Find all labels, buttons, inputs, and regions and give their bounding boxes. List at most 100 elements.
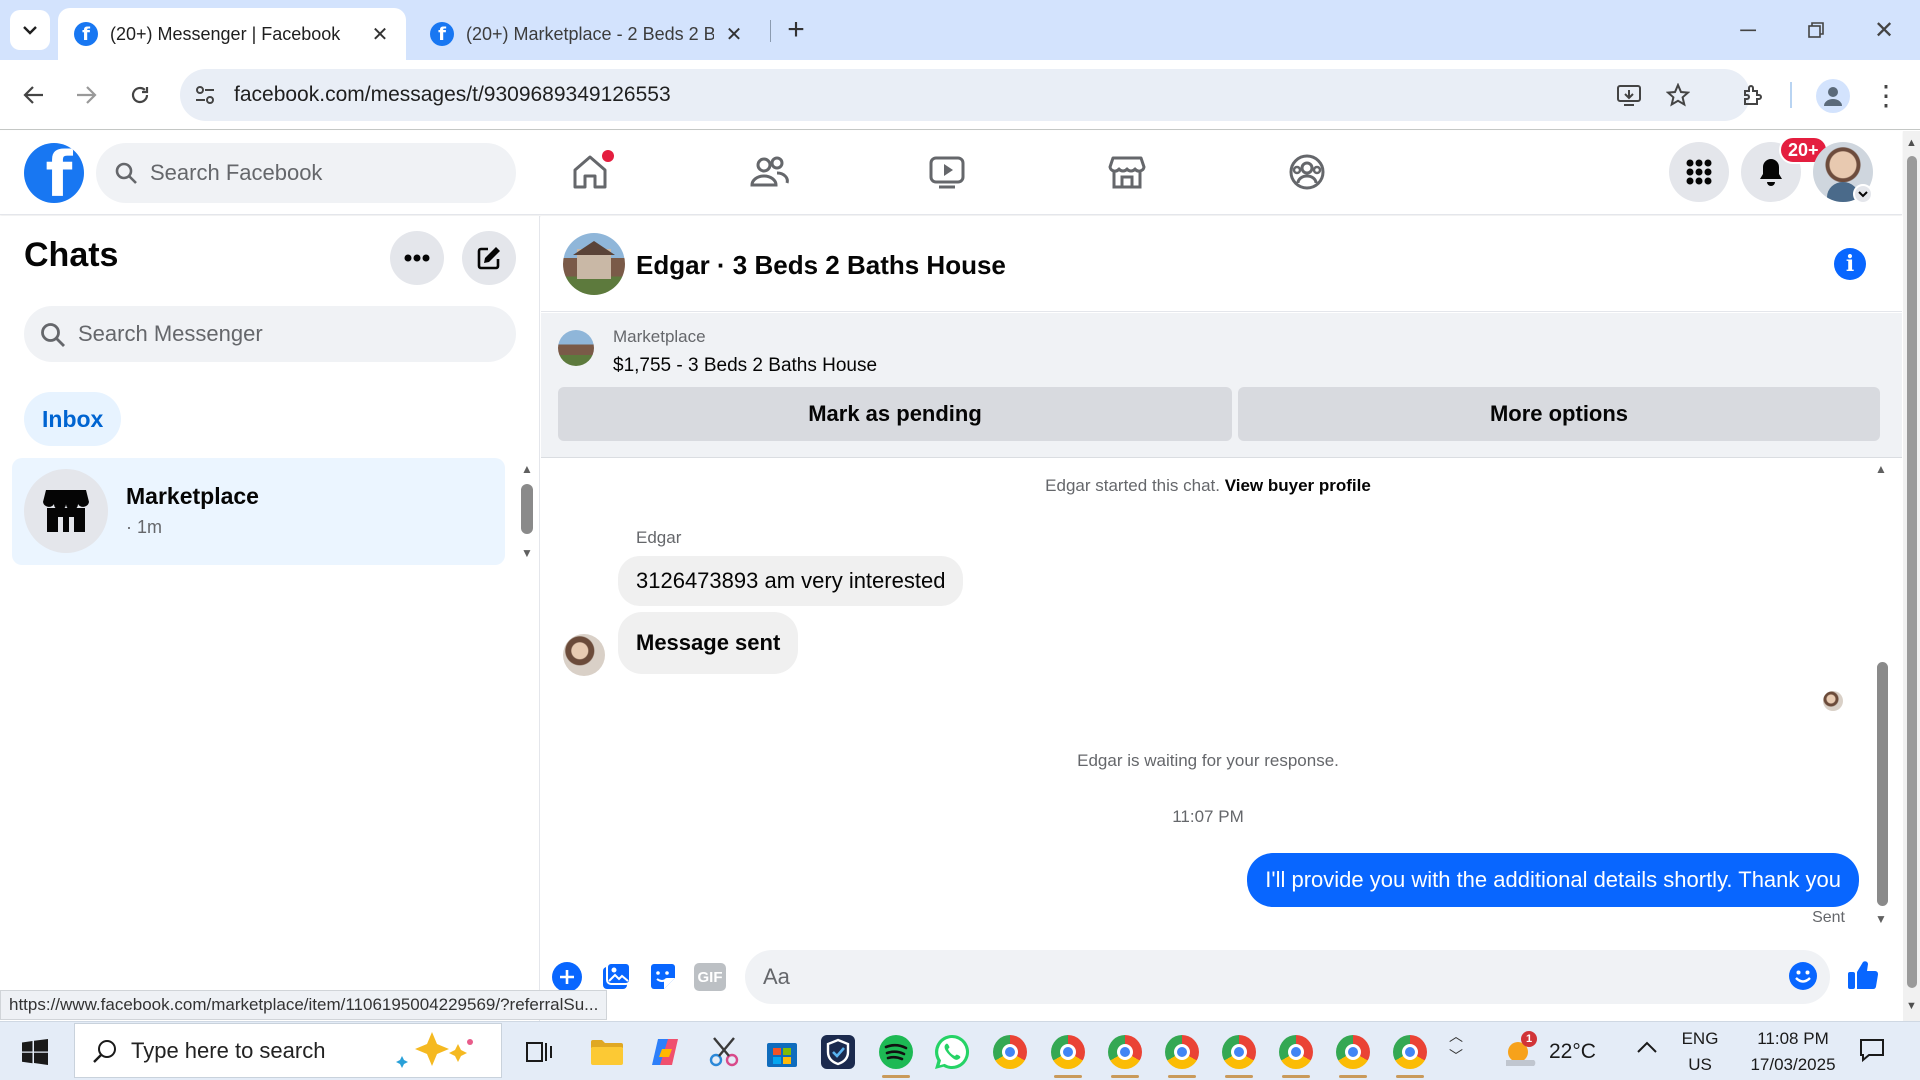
scissors-icon [709, 1037, 739, 1067]
scroll-down-arrow[interactable]: ▼ [521, 546, 533, 560]
nav-friends[interactable] [747, 150, 791, 194]
conversation-scroll-thumb[interactable] [1877, 662, 1888, 906]
copilot-sparkle-icon[interactable] [392, 1030, 482, 1072]
chats-heading: Chats [24, 236, 119, 274]
close-tab-icon[interactable]: ✕ [722, 22, 746, 47]
minimize-button[interactable]: ─ [1728, 10, 1768, 50]
listing-avatar[interactable] [563, 233, 625, 295]
chrome-profile-app[interactable] [1333, 1032, 1373, 1078]
extensions-button[interactable] [1733, 75, 1773, 115]
chrome-profile-app[interactable] [1276, 1032, 1316, 1078]
photo-icon [603, 962, 631, 989]
snipping-tool-app[interactable] [704, 1032, 744, 1072]
attach-photo-button[interactable] [600, 961, 632, 993]
forward-button[interactable] [66, 75, 106, 115]
vpn-app[interactable] [818, 1032, 858, 1072]
task-view-icon [526, 1042, 552, 1062]
taskbar-search-placeholder: Type here to search [131, 1037, 326, 1063]
taskbar-overflow-button[interactable]: ︿ ﹀ [1446, 1026, 1466, 1066]
chrome-icon [1108, 1035, 1142, 1069]
store-bag-icon [767, 1043, 797, 1067]
info-icon[interactable]: i [1834, 248, 1866, 280]
windows-logo-icon [22, 1039, 48, 1065]
message-timestamp: 11:07 PM [1172, 807, 1244, 826]
chrome-icon [1051, 1035, 1085, 1069]
scroll-up-arrow[interactable]: ▲ [521, 462, 533, 476]
store-icon [43, 490, 89, 532]
task-view-button[interactable] [520, 1032, 560, 1072]
weather-alert-badge: 1 [1521, 1031, 1537, 1047]
whatsapp-app[interactable] [932, 1032, 972, 1072]
restore-button[interactable] [1796, 10, 1836, 50]
scroll-down-arrow[interactable]: ▼ [1906, 1000, 1917, 1012]
language-indicator[interactable]: ENG US [1680, 1026, 1720, 1078]
messenger-search-input[interactable]: Search Messenger [24, 306, 516, 362]
facebook-logo[interactable]: f [24, 143, 84, 203]
nav-watch[interactable] [925, 150, 969, 194]
reload-button[interactable] [120, 75, 160, 115]
sender-avatar[interactable] [563, 634, 605, 676]
new-message-button[interactable] [462, 231, 516, 285]
chat-options-button[interactable] [390, 231, 444, 285]
address-bar[interactable]: facebook.com/messages/t/9309689349126553 [180, 69, 1750, 121]
sticker-button[interactable] [647, 961, 679, 993]
incoming-message[interactable]: Message sent [618, 612, 799, 674]
chrome-profile-app[interactable] [1219, 1032, 1259, 1078]
show-hidden-icons-button[interactable] [1636, 1040, 1658, 1054]
bookmark-button[interactable] [1658, 75, 1698, 115]
page-scroll-thumb[interactable] [1907, 156, 1917, 988]
sidebar-scroll-thumb[interactable] [521, 484, 533, 534]
chrome-profile-app[interactable] [1105, 1032, 1145, 1078]
more-options-button[interactable]: More options [1238, 387, 1880, 441]
account-chevron[interactable] [1853, 184, 1873, 204]
weather-temperature[interactable]: 22°C [1549, 1040, 1596, 1064]
nav-groups[interactable] [1285, 150, 1329, 194]
profile-button[interactable] [1816, 79, 1850, 113]
chrome-profile-app[interactable] [1048, 1032, 1088, 1078]
scroll-down-arrow[interactable]: ▼ [1875, 912, 1887, 926]
scroll-up-arrow[interactable]: ▲ [1906, 137, 1917, 149]
back-button[interactable] [14, 75, 54, 115]
site-info-icon[interactable] [194, 84, 216, 106]
home-notification-dot [602, 150, 614, 162]
conversation-title[interactable]: Edgar · 3 Beds 2 Baths House [636, 250, 1006, 281]
chat-started-notice: Edgar started this chat. View buyer prof… [541, 476, 1875, 496]
tab-search-button[interactable] [10, 10, 50, 50]
gif-button[interactable]: GIF [694, 963, 726, 991]
facebook-search-input[interactable]: Search Facebook [96, 143, 516, 203]
menu-button[interactable] [1669, 142, 1729, 202]
chrome-profile-app[interactable] [1390, 1032, 1430, 1078]
close-window-button[interactable]: ✕ [1864, 10, 1904, 50]
message-input[interactable]: Aa [745, 950, 1830, 1004]
more-actions-button[interactable] [552, 962, 582, 992]
spotify-app[interactable] [876, 1032, 916, 1078]
chrome-profile-app[interactable] [1162, 1032, 1202, 1078]
emoji-button[interactable] [1788, 961, 1818, 991]
like-button[interactable] [1846, 958, 1880, 992]
incoming-message[interactable]: 3126473893 am very interested [618, 556, 964, 606]
chrome-app[interactable] [990, 1032, 1030, 1072]
tab-divider [770, 20, 771, 42]
listing-thumbnail[interactable] [558, 330, 594, 366]
new-tab-button[interactable]: + [776, 10, 816, 50]
copilot-app[interactable] [645, 1032, 685, 1072]
inbox-filter-tab[interactable]: Inbox [24, 392, 122, 446]
clock[interactable]: 11:08 PM 17/03/2025 [1738, 1026, 1848, 1078]
microsoft-store-app[interactable] [762, 1032, 802, 1072]
start-button[interactable] [22, 1039, 48, 1065]
outgoing-message[interactable]: I'll provide you with the additional det… [1247, 853, 1859, 907]
notification-center-button[interactable] [1858, 1036, 1886, 1064]
tab-messenger[interactable]: f (20+) Messenger | Facebook ✕ [58, 8, 406, 60]
scroll-up-arrow[interactable]: ▲ [1875, 462, 1887, 476]
view-buyer-profile-link[interactable]: View buyer profile [1225, 476, 1371, 495]
file-explorer-app[interactable] [587, 1032, 627, 1072]
tab-marketplace[interactable]: f (20+) Marketplace - 2 Beds 2 Ba ✕ [414, 8, 760, 60]
install-app-button[interactable] [1609, 75, 1649, 115]
nav-marketplace[interactable] [1105, 150, 1149, 194]
chrome-menu-button[interactable]: ⋮ [1866, 75, 1906, 115]
mark-as-pending-button[interactable]: Mark as pending [558, 387, 1232, 441]
link-preview-status: https://www.facebook.com/marketplace/ite… [0, 990, 608, 1020]
chrome-icon [1279, 1035, 1313, 1069]
close-tab-icon[interactable]: ✕ [368, 22, 392, 47]
listing-title[interactable]: $1,755 - 3 Beds 2 Baths House [613, 355, 877, 377]
